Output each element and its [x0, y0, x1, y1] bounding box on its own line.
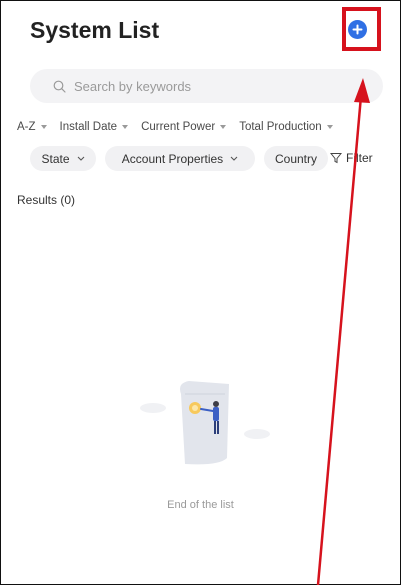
chip-label: State [41, 151, 70, 166]
filter-chip-state[interactable]: State [30, 146, 96, 171]
filter-label: Filter [346, 151, 373, 165]
page-title: System List [30, 17, 160, 43]
chevron-down-icon [77, 156, 85, 161]
sort-a-z[interactable]: A-Z [17, 121, 47, 133]
plus-icon [352, 24, 363, 35]
add-system-button[interactable] [348, 20, 367, 39]
search-icon [53, 80, 66, 93]
caret-down-icon [220, 125, 227, 129]
filter-chip-account-properties[interactable]: Account Properties [105, 146, 255, 171]
filter-button[interactable]: Filter [330, 151, 373, 165]
sort-label: Install Date [59, 121, 118, 133]
chip-label: Country [274, 151, 318, 166]
caret-down-icon [40, 125, 47, 129]
sort-total-production[interactable]: Total Production [239, 121, 333, 133]
search-input[interactable] [74, 78, 354, 94]
caret-down-icon [122, 125, 129, 129]
sort-options: A-Z Install Date Current Power Total Pro… [17, 121, 346, 133]
chevron-down-icon [230, 156, 238, 161]
caret-down-icon [326, 125, 333, 129]
chip-label: Account Properties [121, 151, 224, 166]
results-count: Results (0) [17, 193, 76, 207]
empty-state-illustration [140, 381, 270, 465]
sort-label: Total Production [239, 121, 322, 133]
sort-label: A-Z [17, 121, 36, 133]
end-of-list-message: End of the list [167, 499, 234, 511]
sort-label: Current Power [141, 121, 216, 133]
filter-chip-country[interactable]: Country [264, 146, 328, 171]
sort-install-date[interactable]: Install Date [60, 121, 129, 133]
sort-current-power[interactable]: Current Power [141, 121, 227, 133]
search-bar[interactable] [30, 69, 383, 103]
funnel-icon [330, 152, 342, 164]
